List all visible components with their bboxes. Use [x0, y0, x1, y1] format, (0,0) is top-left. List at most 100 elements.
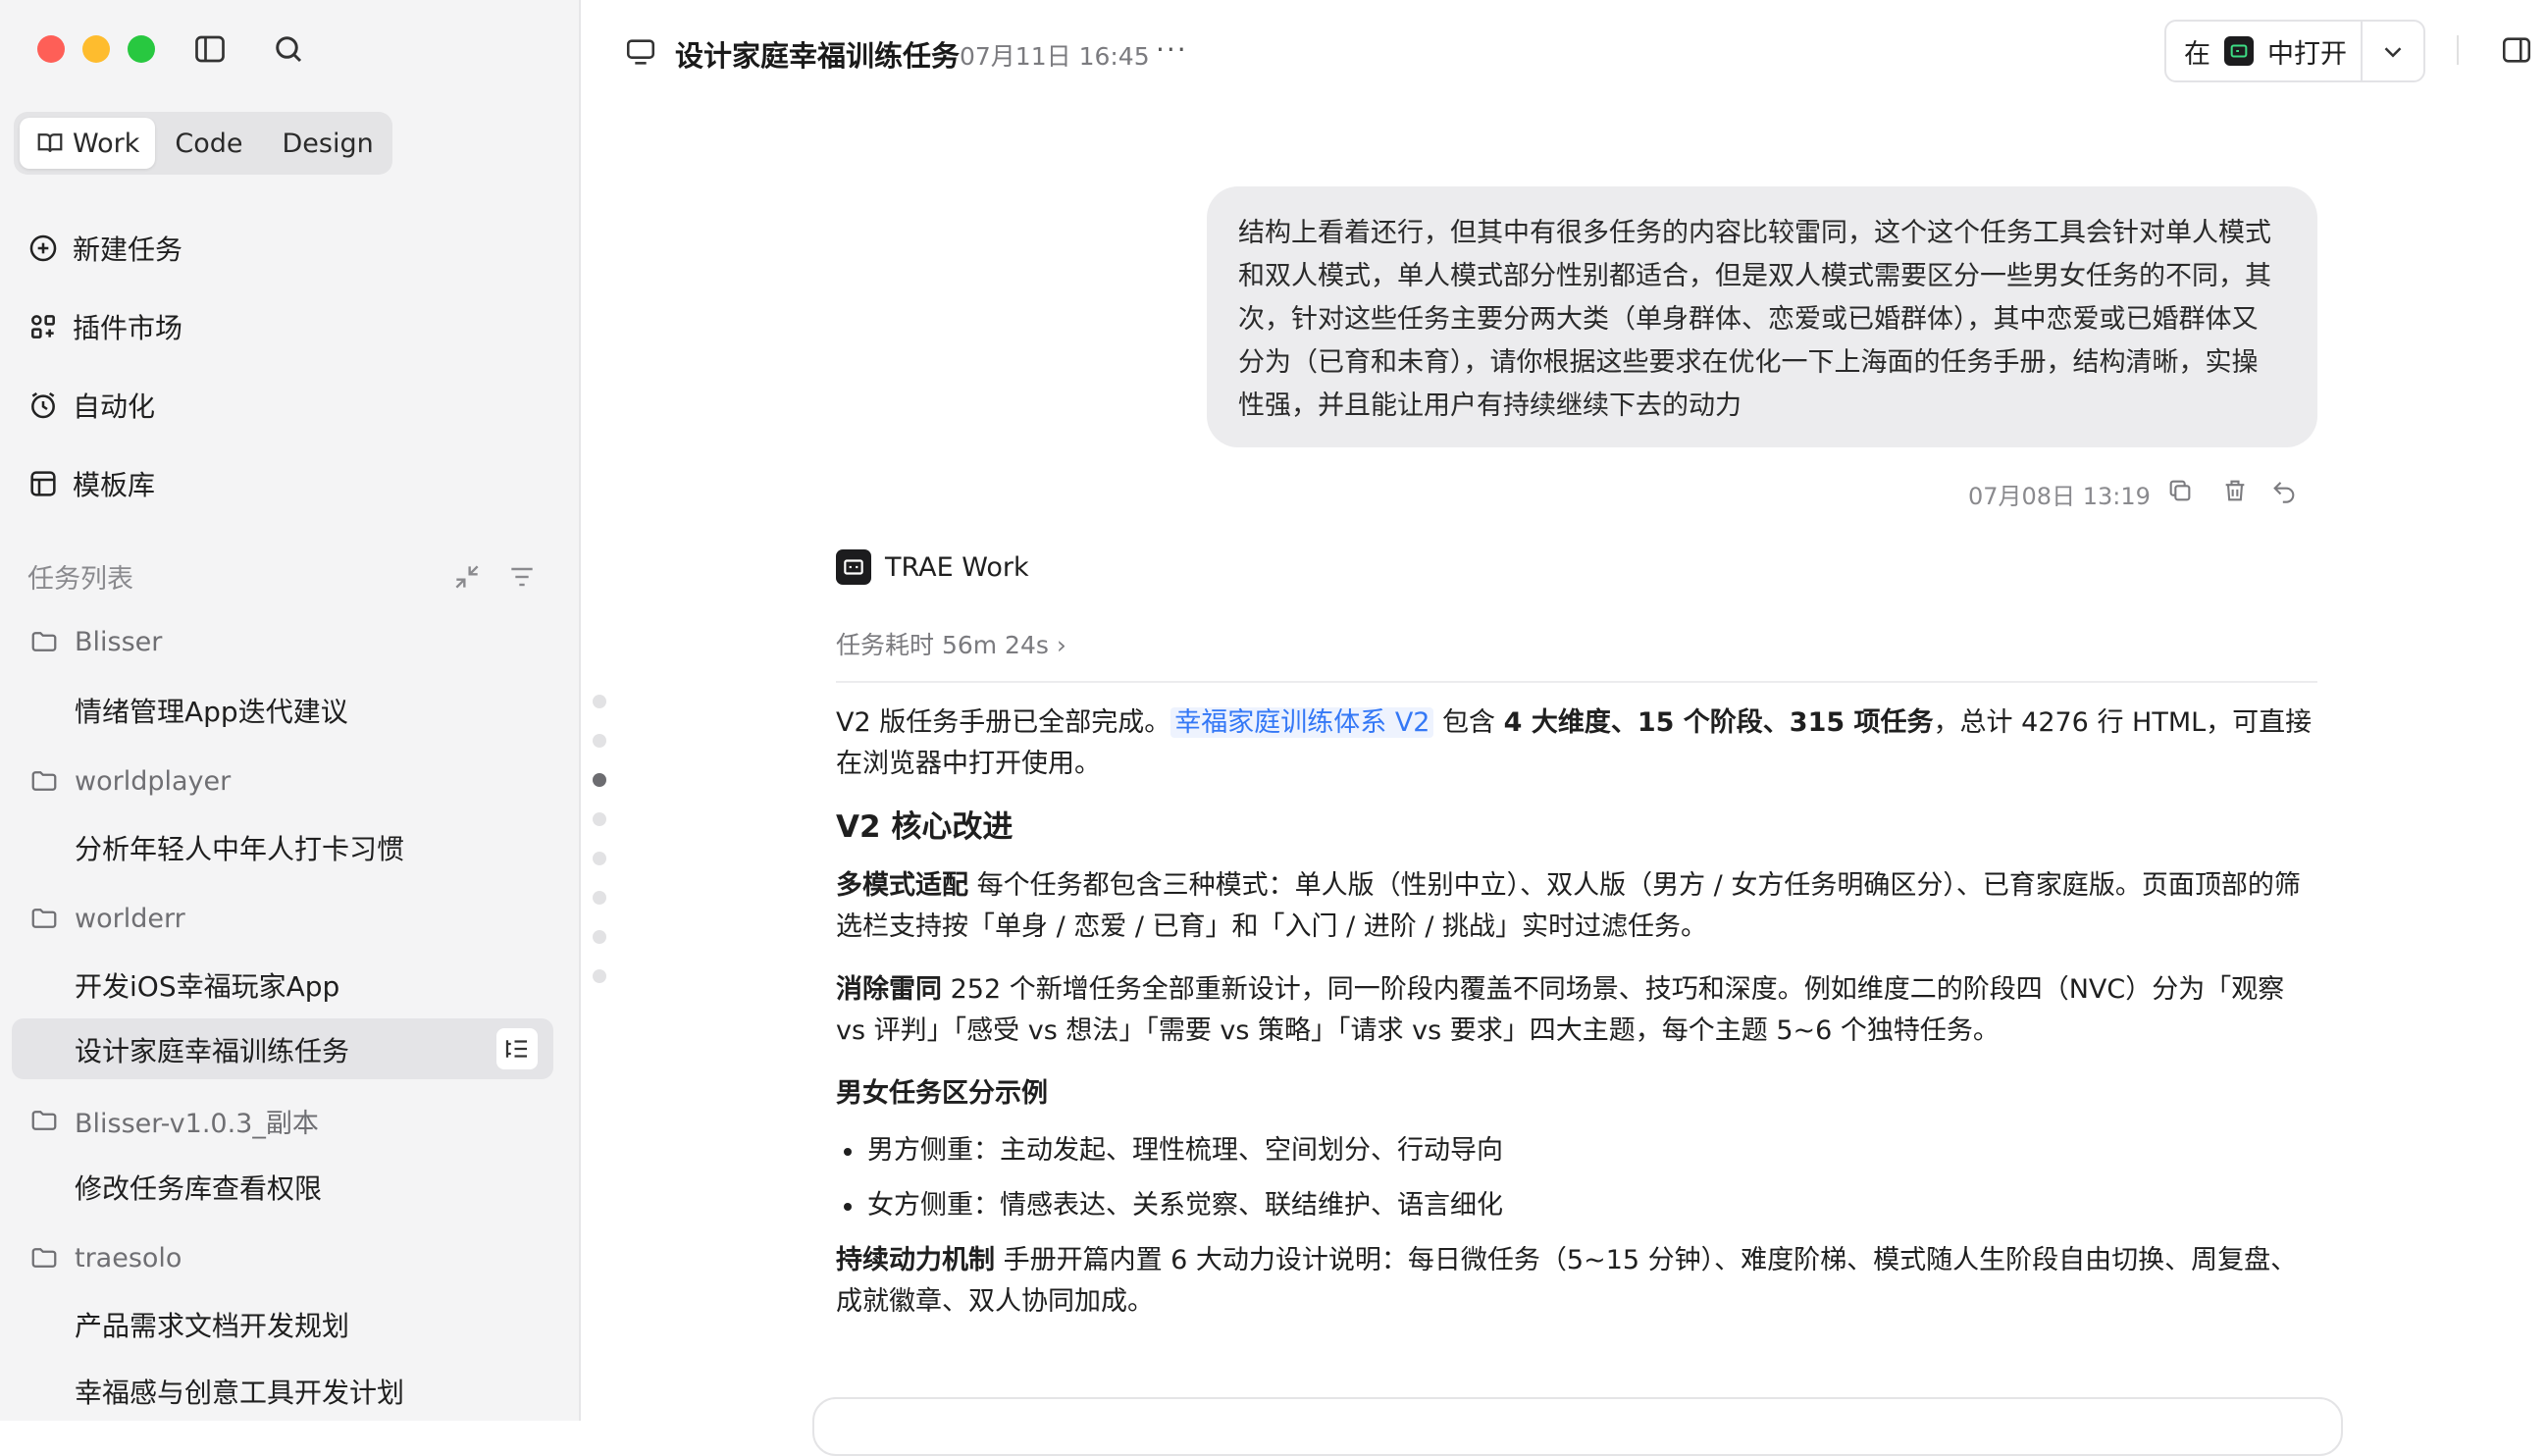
task-label: 修改任务库查看权限: [75, 1172, 323, 1205]
task-label: 产品需求文档开发规划: [75, 1310, 350, 1342]
open-in-app-button[interactable]: 在 中打开: [2164, 20, 2425, 82]
plugins-icon: [31, 315, 55, 338]
nav-plugin-market-label: 插件市场: [73, 312, 183, 344]
copy-icon[interactable]: [2166, 477, 2194, 504]
paragraph: 持续动力机制 手册开篇内置 6 大动力设计说明：每日微任务（5~15 分钟）、难…: [836, 1240, 2317, 1323]
more-options-button[interactable]: ···: [1156, 33, 1188, 66]
paragraph-text: 252 个新增任务全部重新设计，同一阶段内覆盖不同场景、技巧和深度。例如维度二的…: [836, 974, 2285, 1046]
message-navigator: [593, 695, 606, 1009]
document-link[interactable]: 幸福家庭训练体系 V2: [1170, 707, 1434, 738]
message-composer[interactable]: [812, 1397, 2343, 1456]
task-label: 设计家庭幸福训练任务: [75, 1035, 350, 1067]
nav-template-library-label: 模板库: [73, 469, 156, 501]
nav-template-library[interactable]: 模板库: [27, 459, 155, 508]
page-title: 设计家庭幸福训练任务: [675, 39, 961, 73]
bullet-list: 男方侧重：主动发起、理性梳理、空间划分、行动导向 女方侧重：情感表达、关系觉察、…: [836, 1130, 2317, 1226]
folder-icon: [31, 1248, 57, 1268]
intro-text: 包含: [1433, 707, 1504, 738]
divider: [836, 681, 2317, 683]
nav-dot[interactable]: [593, 812, 606, 826]
right-panel-toggle-icon[interactable]: [2500, 33, 2533, 67]
folder-label: Blisser-v1.0.3_副本: [75, 1108, 319, 1139]
task-outline-button[interactable]: [496, 1028, 538, 1069]
list-item: 男方侧重：主动发起、理性梳理、空间划分、行动导向: [836, 1130, 2317, 1171]
task-label: 幸福感与创意工具开发计划: [75, 1377, 405, 1409]
task-item[interactable]: 分析年轻人中年人打卡习惯: [75, 824, 404, 871]
subsection-heading: 男女任务区分示例: [836, 1078, 1048, 1109]
paragraph-text: 每个任务都包含三种模式：单人版（性别中立）、双人版（男方 / 女方任务明确区分）…: [836, 870, 2301, 942]
nav-dot[interactable]: [593, 695, 606, 708]
nav-dot[interactable]: [593, 891, 606, 905]
mode-code-tab[interactable]: Code: [155, 118, 262, 169]
intro-text: V2 版任务手册已全部完成。: [836, 707, 1171, 738]
folder-icon: [31, 771, 57, 791]
mode-design-label: Design: [282, 128, 374, 159]
paragraph-text: 手册开篇内置 6 大动力设计说明：每日微任务（5~15 分钟）、难度阶梯、模式随…: [836, 1245, 2298, 1317]
folder-icon: [31, 632, 57, 651]
intro-bold: 4 大维度、15 个阶段、315 项任务: [1503, 707, 1934, 738]
folder-item[interactable]: worldplayer: [29, 757, 231, 805]
task-item[interactable]: 开发iOS幸福玩家App: [75, 962, 339, 1009]
outline-list-icon: [505, 1040, 527, 1058]
paragraph-lead: 持续动力机制: [836, 1245, 995, 1275]
search-icon[interactable]: [271, 31, 306, 67]
task-duration[interactable]: 任务耗时 56m 24s ›: [836, 626, 1066, 661]
book-icon: [37, 133, 63, 152]
nav-plugin-market[interactable]: 插件市场: [27, 302, 182, 351]
paragraph-lead: 消除雷同: [836, 974, 942, 1005]
header-divider: [2457, 35, 2459, 65]
task-list-heading: 任务列表: [27, 564, 133, 595]
task-label: 开发iOS幸福玩家App: [75, 970, 340, 1003]
header-timestamp: 07月11日 16:45: [960, 42, 1150, 71]
mode-switcher: Work Code Design: [14, 112, 392, 175]
agent-name: TRAE Work: [885, 551, 1029, 583]
nav-dot-active[interactable]: [593, 773, 606, 787]
folder-icon: [31, 909, 57, 928]
undo-icon[interactable]: [2270, 477, 2298, 504]
mode-work-tab[interactable]: Work: [20, 118, 156, 169]
close-window-button[interactable]: [37, 35, 65, 63]
folder-label: worlderr: [75, 903, 185, 934]
mode-design-tab[interactable]: Design: [263, 118, 393, 169]
open-suffix: 中打开: [2267, 38, 2347, 70]
task-item[interactable]: 幸福感与创意工具开发计划: [75, 1368, 404, 1415]
nav-new-task[interactable]: 新建任务: [27, 224, 182, 273]
zoom-window-button[interactable]: [128, 35, 155, 63]
folder-label: worldplayer: [75, 765, 232, 797]
paragraph: 多模式适配 每个任务都包含三种模式：单人版（性别中立）、双人版（男方 / 女方任…: [836, 865, 2317, 948]
template-icon: [30, 471, 56, 496]
app-icon: [2224, 36, 2254, 66]
paragraph-lead: 多模式适配: [836, 870, 968, 901]
task-item[interactable]: 情绪管理App迭代建议: [75, 687, 348, 734]
folder-item[interactable]: Blisser-v1.0.3_副本: [29, 1097, 319, 1144]
nav-dot[interactable]: [593, 852, 606, 865]
chevron-down-icon[interactable]: [2378, 37, 2408, 67]
folder-label: traesolo: [75, 1242, 182, 1274]
collapse-icon[interactable]: [451, 561, 483, 593]
nav-automation[interactable]: 自动化: [27, 381, 155, 430]
section-heading: V2 核心改进: [836, 809, 1014, 845]
nav-dot[interactable]: [593, 930, 606, 944]
folder-label: Blisser: [75, 626, 163, 657]
intro-paragraph: V2 版任务手册已全部完成。 幸福家庭训练体系 V2 包含 4 大维度、15 个阶…: [836, 702, 2317, 785]
task-item[interactable]: 产品需求文档开发规划: [75, 1301, 349, 1348]
folder-item[interactable]: worlderr: [29, 895, 185, 942]
task-item-selected[interactable]: 设计家庭幸福训练任务: [75, 1026, 349, 1073]
task-item[interactable]: 修改任务库查看权限: [75, 1164, 322, 1211]
mode-work-label: Work: [73, 128, 140, 159]
nav-dot[interactable]: [593, 969, 606, 983]
filter-icon[interactable]: [506, 561, 538, 593]
folder-icon: [31, 1111, 57, 1130]
window-controls: [37, 35, 155, 63]
open-prefix: 在: [2184, 38, 2210, 70]
nav-dot[interactable]: [593, 734, 606, 748]
trash-icon[interactable]: [2221, 477, 2249, 504]
folder-item[interactable]: Blisser: [29, 618, 162, 665]
message-timestamp: 07月08日 13:19: [1968, 483, 2151, 510]
trae-logo-icon: [836, 549, 871, 585]
chat-icon: [626, 39, 655, 65]
minimize-window-button[interactable]: [82, 35, 110, 63]
sidebar-toggle-icon[interactable]: [192, 31, 228, 67]
folder-item[interactable]: traesolo: [29, 1234, 182, 1281]
list-item: 女方侧重：情感表达、关系觉察、联结维护、语言细化: [836, 1185, 2317, 1226]
